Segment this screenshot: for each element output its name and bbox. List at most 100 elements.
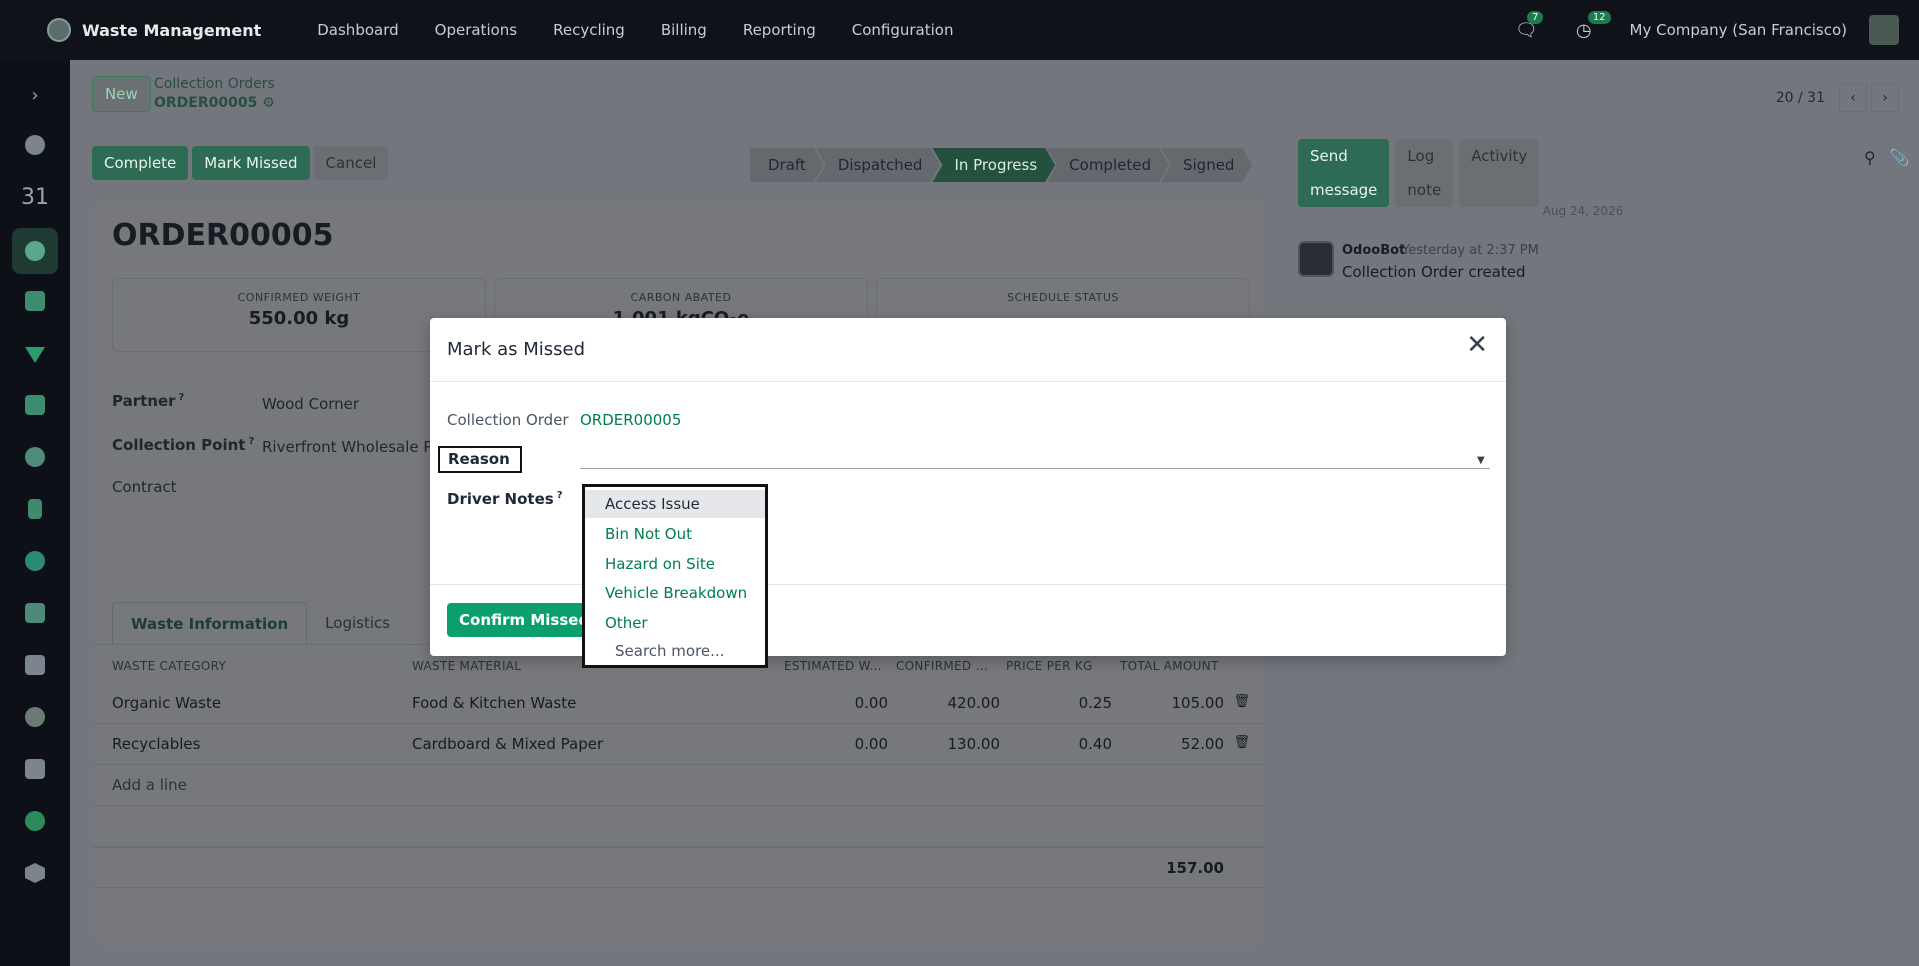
search-icon[interactable]: ⚲ [1864,148,1876,186]
collection-point-label: Collection Point? [112,436,254,454]
option-hazard-on-site[interactable]: Hazard on Site [585,550,765,578]
gear-icon[interactable] [22,860,48,886]
globe-icon[interactable] [22,548,48,574]
pager-next-icon[interactable]: › [1871,84,1899,112]
menu-billing[interactable]: Billing [661,21,707,39]
messages-icon[interactable]: 🗨 7 [1515,10,1544,41]
option-vehicle-breakdown[interactable]: Vehicle Breakdown [585,579,765,607]
add-line-link[interactable]: Add a line [112,776,187,794]
menu-reporting[interactable]: Reporting [743,21,816,39]
notebook-tabs: Waste Information Logistics [112,602,408,645]
pager-previous-icon[interactable]: ‹ [1839,84,1867,112]
cell-material: Cardboard & Mixed Paper [412,735,604,753]
activity-button[interactable]: Activity [1459,139,1540,207]
option-other[interactable]: Other [585,609,765,637]
attachment-icon[interactable]: 📎 [1890,148,1910,186]
list-icon[interactable] [22,600,48,626]
partner-label-text: Partner [112,392,176,410]
cell-category: Organic Waste [112,694,222,712]
app-name[interactable]: Waste Management [82,21,261,40]
status-completed[interactable]: Completed [1047,148,1169,182]
option-bin-not-out[interactable]: Bin Not Out [585,520,765,548]
col-confirmed-weight[interactable]: CONFIRMED ... [896,659,988,673]
invoice-icon[interactable] [22,496,48,522]
help-icon[interactable]: ? [179,392,185,403]
table-row[interactable]: Recyclables Cardboard & Mixed Paper 0.00… [94,724,1264,765]
menu-dashboard[interactable]: Dashboard [317,21,398,39]
cancel-button[interactable]: Cancel [313,146,389,180]
contacts-icon[interactable] [22,288,48,314]
mark-missed-button[interactable]: Mark Missed [192,146,310,180]
table-row[interactable]: Organic Waste Food & Kitchen Waste 0.00 … [94,683,1264,724]
menu-operations[interactable]: Operations [435,21,517,39]
close-icon[interactable]: ✕ [1466,332,1488,358]
odoobot-avatar[interactable] [1298,241,1334,277]
activities-badge: 12 [1587,10,1611,24]
company-switcher[interactable]: My Company (San Francisco) [1630,21,1847,39]
settings-icon[interactable] [22,444,48,470]
cell-price: 0.25 [1078,694,1112,712]
trash-icon[interactable]: 🗑 [1233,694,1250,709]
waste-icon[interactable] [12,228,58,274]
handshake-icon[interactable] [22,756,48,782]
status-dispatched[interactable]: Dispatched [816,148,941,182]
col-price-per-kg[interactable]: PRICE PER KG [1006,659,1093,673]
collection-order-value[interactable]: ORDER00005 [580,411,681,429]
message-time: Yesterday at 2:37 PM [1402,243,1539,258]
collection-point-value[interactable]: Riverfront Wholesale Pr [262,438,438,456]
log-note-button[interactable]: Log note [1395,139,1454,207]
col-estimated-weight[interactable]: ESTIMATED W... [784,659,882,673]
send-message-button[interactable]: Send message [1298,139,1390,207]
col-waste-category[interactable]: WASTE CATEGORY [112,659,226,673]
dashboard-icon[interactable] [22,392,48,418]
chatter-buttons: Send message Log note Activity [1298,139,1540,207]
message-author[interactable]: OdooBot [1342,243,1405,258]
confirm-missed-button[interactable]: Confirm Missed [447,603,602,637]
tab-logistics[interactable]: Logistics [307,602,408,645]
chart-icon[interactable] [22,808,48,834]
cell-material: Food & Kitchen Waste [412,694,577,712]
chevron-down-icon[interactable]: ▼ [1477,455,1485,466]
steering-icon[interactable] [22,704,48,730]
reason-label: Reason [438,446,522,473]
new-button[interactable]: New [92,76,151,112]
menu-recycling[interactable]: Recycling [553,21,625,39]
status-draft[interactable]: Draft [750,148,824,182]
cell-confirmed: 130.00 [947,735,1001,753]
complete-button[interactable]: Complete [92,146,189,180]
cell-confirmed: 420.00 [947,694,1001,712]
user-avatar[interactable] [1869,15,1899,45]
app-logo-icon[interactable] [47,18,71,42]
partner-value[interactable]: Wood Corner [262,395,359,413]
help-icon[interactable]: ? [248,436,254,447]
menu-configuration[interactable]: Configuration [852,21,954,39]
status-in-progress[interactable]: In Progress [932,148,1055,182]
cube-icon[interactable] [22,652,48,678]
col-total-amount[interactable]: TOTAL AMOUNT [1120,659,1219,673]
chat-icon[interactable] [22,132,48,158]
chatter-tools: ⚲ 📎 👤0 [1850,148,1919,186]
driver-notes-label-text: Driver Notes [447,490,554,508]
search-more-link[interactable]: Search more... [615,637,724,665]
breadcrumb-parent[interactable]: Collection Orders [154,76,275,92]
calendar-icon[interactable]: 31 [21,184,49,210]
cell-category: Recyclables [112,735,201,753]
status-signed[interactable]: Signed [1161,148,1252,182]
tab-waste-information[interactable]: Waste Information [112,602,308,645]
col-waste-material[interactable]: WASTE MATERIAL [412,659,521,673]
order-title: ORDER00005 [112,218,334,253]
pager-value[interactable]: 20 / 31 [1776,90,1825,106]
trash-icon[interactable]: 🗑 [1233,735,1250,750]
dialog-title: Mark as Missed [447,339,586,360]
activity-clock-icon[interactable]: ◷ 12 [1576,10,1611,41]
top-navbar: Waste Management Dashboard Operations Re… [0,0,1919,60]
option-access-issue[interactable]: Access Issue [585,490,765,518]
reason-select[interactable] [580,468,1490,469]
statusbar: Draft Dispatched In Progress Completed S… [750,148,1244,182]
recycling-icon[interactable] [22,340,48,366]
collection-point-label-text: Collection Point [112,436,246,454]
expand-icon[interactable]: › [22,82,48,108]
record-gear-icon[interactable]: ⚙ [262,95,275,111]
help-icon[interactable]: ? [557,490,563,501]
messages-badge: 7 [1526,10,1544,24]
